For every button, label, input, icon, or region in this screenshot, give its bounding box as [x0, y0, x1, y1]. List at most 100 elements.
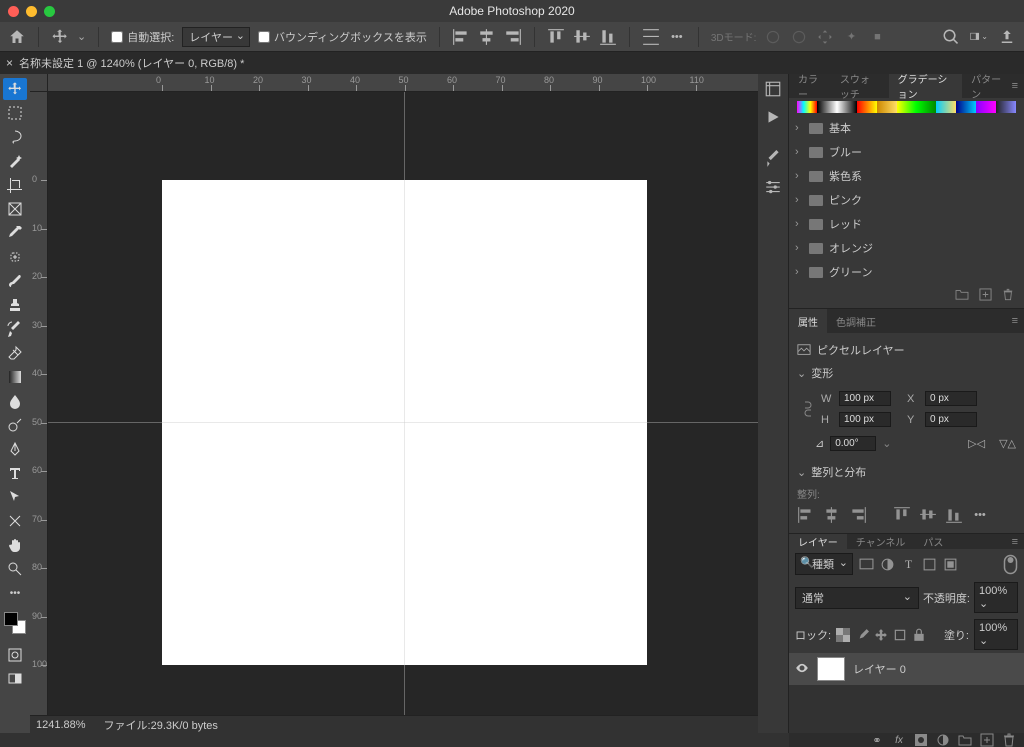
align-vcenter-icon[interactable] [573, 28, 591, 46]
height-input[interactable] [839, 412, 891, 427]
align-left-edges-icon[interactable] [797, 507, 815, 523]
flip-h-icon[interactable]: ▷◁ [968, 437, 985, 450]
transform-section[interactable]: 変形 [797, 361, 1016, 385]
brushes-panel-icon[interactable] [764, 150, 782, 168]
brush-settings-icon[interactable] [764, 178, 782, 196]
tab-channels[interactable]: チャンネル [847, 534, 915, 549]
tab-swatches[interactable]: スウォッチ [831, 74, 889, 98]
lock-paint-icon[interactable] [855, 628, 869, 642]
shape-tool[interactable] [3, 510, 27, 532]
new-layer-icon[interactable] [980, 733, 994, 747]
gradient-folder[interactable]: グリーン [789, 260, 1024, 284]
fill-input[interactable]: 100% ⌄ [974, 619, 1018, 650]
color-swatch[interactable] [4, 612, 26, 634]
filter-shape-icon[interactable] [922, 557, 937, 572]
panel-menu-icon[interactable]: ≡ [1012, 74, 1024, 98]
move-tool[interactable] [3, 78, 27, 100]
guide-horizontal[interactable] [48, 422, 758, 423]
align-bottom-edges-icon[interactable] [945, 507, 963, 523]
panel-menu-icon[interactable]: ≡ [1012, 309, 1024, 333]
crop-tool[interactable] [3, 174, 27, 196]
gradient-presets[interactable] [797, 101, 1016, 113]
tab-adjustments[interactable]: 色調補正 [827, 309, 885, 333]
workspace-icon[interactable]: ⌄ [970, 28, 988, 46]
history-panel-icon[interactable] [764, 80, 782, 98]
layer-item[interactable]: レイヤー 0 [789, 653, 1024, 685]
angle-input[interactable] [830, 436, 876, 451]
hand-tool[interactable] [3, 534, 27, 556]
home-icon[interactable] [8, 28, 26, 46]
align-more-icon[interactable]: ••• [971, 507, 989, 523]
filter-type-icon[interactable]: T [901, 557, 916, 572]
frame-tool[interactable] [3, 198, 27, 220]
align-right-edges-icon[interactable] [849, 507, 867, 523]
blur-tool[interactable] [3, 390, 27, 412]
maximize-window-button[interactable] [44, 6, 55, 17]
share-icon[interactable] [998, 28, 1016, 46]
layer-thumbnail[interactable] [817, 657, 845, 681]
screenmode-tool[interactable] [3, 668, 27, 690]
link-layers-icon[interactable]: ⚭ [870, 733, 884, 747]
link-wh-icon[interactable] [801, 398, 815, 420]
align-top-edges-icon[interactable] [893, 507, 911, 523]
auto-select-target[interactable]: レイヤー⌄ [182, 27, 250, 47]
gradient-folder[interactable]: 基本 [789, 116, 1024, 140]
tab-layers[interactable]: レイヤー [789, 534, 847, 549]
layer-fx-icon[interactable]: fx [892, 733, 906, 747]
marquee-tool[interactable] [3, 102, 27, 124]
new-preset-icon[interactable] [979, 288, 992, 304]
delete-preset-icon[interactable] [1002, 288, 1014, 304]
move-tool-icon[interactable] [51, 28, 69, 46]
search-icon[interactable] [942, 28, 960, 46]
filter-toggle-icon[interactable] [1003, 557, 1018, 572]
eraser-tool[interactable] [3, 342, 27, 364]
align-hcenters-icon[interactable] [823, 507, 841, 523]
blend-mode-select[interactable]: 通常⌄ [795, 587, 919, 609]
brush-tool[interactable] [3, 270, 27, 292]
align-vcenters-icon[interactable] [919, 507, 937, 523]
width-input[interactable] [839, 391, 891, 406]
tab-gradient[interactable]: グラデーション [889, 74, 963, 98]
wand-tool[interactable] [3, 150, 27, 172]
actions-panel-icon[interactable] [764, 108, 782, 126]
layer-mask-icon[interactable] [914, 733, 928, 747]
gradient-folder[interactable]: ブルー [789, 140, 1024, 164]
zoom-tool[interactable] [3, 558, 27, 580]
pen-tool[interactable] [3, 438, 27, 460]
tab-properties[interactable]: 属性 [789, 309, 827, 333]
visibility-icon[interactable] [795, 663, 809, 676]
layer-filter-kind[interactable]: 🔍種類⌄ [795, 553, 853, 575]
auto-select-checkbox[interactable]: 自動選択: [111, 29, 174, 45]
more-options-icon[interactable]: ••• [668, 28, 686, 46]
adjustment-layer-icon[interactable] [936, 733, 950, 747]
lasso-tool[interactable] [3, 126, 27, 148]
bounding-box-checkbox[interactable]: バウンディングボックスを表示 [258, 29, 427, 45]
align-bottom-icon[interactable] [599, 28, 617, 46]
quickmask-tool[interactable] [3, 644, 27, 666]
ruler-horizontal[interactable]: 0102030405060708090100110 [48, 74, 758, 92]
close-tab-icon[interactable]: × [6, 56, 13, 70]
viewport[interactable] [48, 92, 758, 715]
tab-paths[interactable]: パス [914, 534, 952, 549]
ruler-vertical[interactable]: 0102030405060708090100 [30, 92, 48, 715]
lock-position-icon[interactable] [874, 628, 888, 642]
document-tab[interactable]: × 名称未設定 1 @ 1240% (レイヤー 0, RGB/8) * [6, 55, 244, 71]
edit-toolbar[interactable]: ••• [3, 582, 27, 604]
distribute-icon[interactable] [642, 28, 660, 46]
healing-tool[interactable] [3, 246, 27, 268]
filter-pixel-icon[interactable] [859, 557, 874, 572]
stamp-tool[interactable] [3, 294, 27, 316]
filter-smart-icon[interactable] [943, 557, 958, 572]
gradient-folder[interactable]: オレンジ [789, 236, 1024, 260]
align-right-icon[interactable] [504, 28, 522, 46]
file-info[interactable]: ファイル:29.3K/0 bytes [104, 717, 218, 733]
eyedropper-tool[interactable] [3, 222, 27, 244]
dodge-tool[interactable] [3, 414, 27, 436]
new-group-icon[interactable] [958, 733, 972, 747]
x-input[interactable] [925, 391, 977, 406]
align-section[interactable]: 整列と分布 [797, 460, 1016, 484]
delete-layer-icon[interactable] [1002, 733, 1016, 747]
align-top-icon[interactable] [547, 28, 565, 46]
flip-v-icon[interactable]: ▽△ [999, 437, 1016, 450]
align-hcenter-icon[interactable] [478, 28, 496, 46]
